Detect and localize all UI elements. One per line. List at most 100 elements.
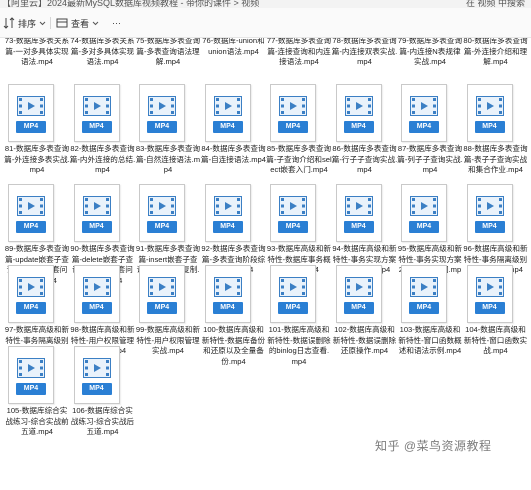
- toolbar-divider: [50, 17, 51, 29]
- video-file-icon: MP4: [335, 84, 382, 142]
- file-name: 103-数据库高级和新特性-窗口函数概述和语法示例.mp4: [398, 325, 462, 355]
- video-file-icon: MP4: [466, 265, 513, 323]
- video-file-icon: MP4: [401, 84, 447, 142]
- chevron-down-icon: [92, 20, 99, 27]
- film-icon: [213, 96, 242, 116]
- film-icon: [279, 196, 307, 216]
- film-icon: [475, 96, 504, 116]
- file-name: 81-数据库多表查询篇-外连接多表实战.mp4: [4, 144, 70, 174]
- file-type-badge: MP4: [474, 302, 505, 314]
- film-icon: [17, 277, 45, 297]
- file-type-badge: MP4: [278, 221, 308, 233]
- chevron-down-icon: [39, 20, 46, 27]
- file-name: 99-数据库高级和新特性-用户权限管理实战.mp4: [135, 325, 201, 355]
- file-type-badge: MP4: [278, 302, 308, 314]
- video-file-icon: MP4: [204, 184, 251, 242]
- file-name: 84-数据库多表查询篇-自连接语法.mp4: [201, 144, 266, 164]
- film-icon: [410, 96, 438, 116]
- file-name: 80-数据库多表查询篇-外连接介绍和理解.mp4: [463, 38, 528, 66]
- sort-icon: [3, 17, 15, 29]
- film-icon: [82, 277, 111, 297]
- video-file-icon: MP4: [270, 184, 316, 242]
- film-icon: [410, 196, 438, 216]
- file-type-badge: MP4: [147, 221, 177, 233]
- file-name: 76-数据库-union和union语法.mp4: [202, 38, 265, 56]
- file-type-badge: MP4: [81, 383, 112, 395]
- film-icon: [82, 358, 111, 378]
- file-type-badge: MP4: [409, 302, 439, 314]
- film-icon: [279, 96, 307, 116]
- view-icon: [56, 17, 68, 29]
- file-type-badge: MP4: [474, 221, 505, 233]
- film-icon: [279, 277, 307, 297]
- file-name: 86-数据库多表查询篇-行子子查询实战.mp4: [331, 144, 398, 174]
- film-icon: [148, 96, 176, 116]
- video-file-icon: MP4: [335, 265, 382, 323]
- file-type-badge: MP4: [16, 121, 46, 133]
- path-bar[interactable]: 【阿里云】2024最新MySQL数据库视频教程 - 带你的课件 > 视频: [2, 0, 259, 8]
- video-file-icon: MP4: [8, 346, 54, 404]
- video-file-icon: MP4: [401, 184, 447, 242]
- search-field-placeholder[interactable]: 在 视频 中搜索: [466, 0, 525, 8]
- file-name: 82-数据库多表查询篇-内外连接的总结.mp4: [69, 144, 136, 174]
- video-file-icon: MP4: [139, 184, 185, 242]
- film-icon: [410, 277, 438, 297]
- more-icon: ···: [112, 18, 121, 28]
- video-file-icon: MP4: [139, 265, 185, 323]
- file-type-badge: MP4: [81, 121, 112, 133]
- video-file-icon: MP4: [270, 265, 316, 323]
- film-icon: [82, 96, 111, 116]
- window-titlebar: 【阿里云】2024最新MySQL数据库视频教程 - 带你的课件 > 视频 在 视…: [0, 0, 531, 8]
- file-type-badge: MP4: [212, 121, 243, 133]
- film-icon: [344, 277, 373, 297]
- file-type-badge: MP4: [278, 121, 308, 133]
- file-name: 104-数据库高级和新特性-窗口函数实战.mp4: [463, 325, 528, 355]
- film-icon: [148, 196, 176, 216]
- file-type-badge: MP4: [343, 302, 374, 314]
- video-file-icon: MP4: [139, 84, 185, 142]
- file-type-badge: MP4: [343, 221, 374, 233]
- file-type-badge: MP4: [81, 221, 112, 233]
- file-name: 87-数据库多表查询篇-列子子查询实战.mp4: [397, 144, 463, 174]
- film-icon: [17, 196, 45, 216]
- film-icon: [82, 196, 111, 216]
- file-type-badge: MP4: [212, 302, 243, 314]
- file-type-badge: MP4: [147, 121, 177, 133]
- video-file-icon: MP4: [204, 265, 251, 323]
- video-file-icon: MP4: [8, 265, 54, 323]
- file-type-badge: MP4: [212, 221, 243, 233]
- video-file-icon: MP4: [73, 346, 120, 404]
- file-type-badge: MP4: [16, 221, 46, 233]
- file-type-badge: MP4: [474, 121, 505, 133]
- file-name: 106-数据库综合实战练习-综合实战后五道.mp4: [70, 406, 135, 436]
- video-file-icon: MP4: [73, 84, 120, 142]
- film-icon: [344, 96, 373, 116]
- more-options-button[interactable]: ···: [112, 15, 121, 31]
- file-name: 88-数据库多表查询篇-表子子查询实战和集合作业.mp4: [463, 144, 528, 174]
- file-type-badge: MP4: [409, 121, 439, 133]
- film-icon: [213, 277, 242, 297]
- video-file-icon: MP4: [8, 84, 54, 142]
- file-name: 83-数据库多表查询篇-自然连接语法.mp4: [135, 144, 201, 174]
- sort-button[interactable]: 排序: [3, 15, 49, 31]
- watermark: 知乎 @菜鸟资源教程: [375, 439, 492, 453]
- file-name: 78-数据库多表查询篇-内连接双表实战.mp4: [331, 38, 398, 66]
- view-button[interactable]: 查看: [56, 15, 102, 31]
- film-icon: [475, 196, 504, 216]
- film-icon: [213, 196, 242, 216]
- video-file-icon: MP4: [270, 84, 316, 142]
- film-icon: [344, 196, 373, 216]
- film-icon: [17, 358, 45, 378]
- file-type-badge: MP4: [409, 221, 439, 233]
- file-type-badge: MP4: [16, 302, 46, 314]
- file-name: 77-数据库多表查询篇-连接查询和内连接语法.mp4: [266, 38, 332, 66]
- video-file-icon: MP4: [401, 265, 447, 323]
- file-name: 101-数据库高级和新特性-数据误删除的binlog日志查看.mp4: [267, 325, 331, 366]
- video-file-icon: MP4: [466, 84, 513, 142]
- video-file-icon: MP4: [466, 184, 513, 242]
- video-file-icon: MP4: [204, 84, 251, 142]
- video-file-icon: MP4: [8, 184, 54, 242]
- film-icon: [148, 277, 176, 297]
- video-file-icon: MP4: [335, 184, 382, 242]
- file-type-badge: MP4: [343, 121, 374, 133]
